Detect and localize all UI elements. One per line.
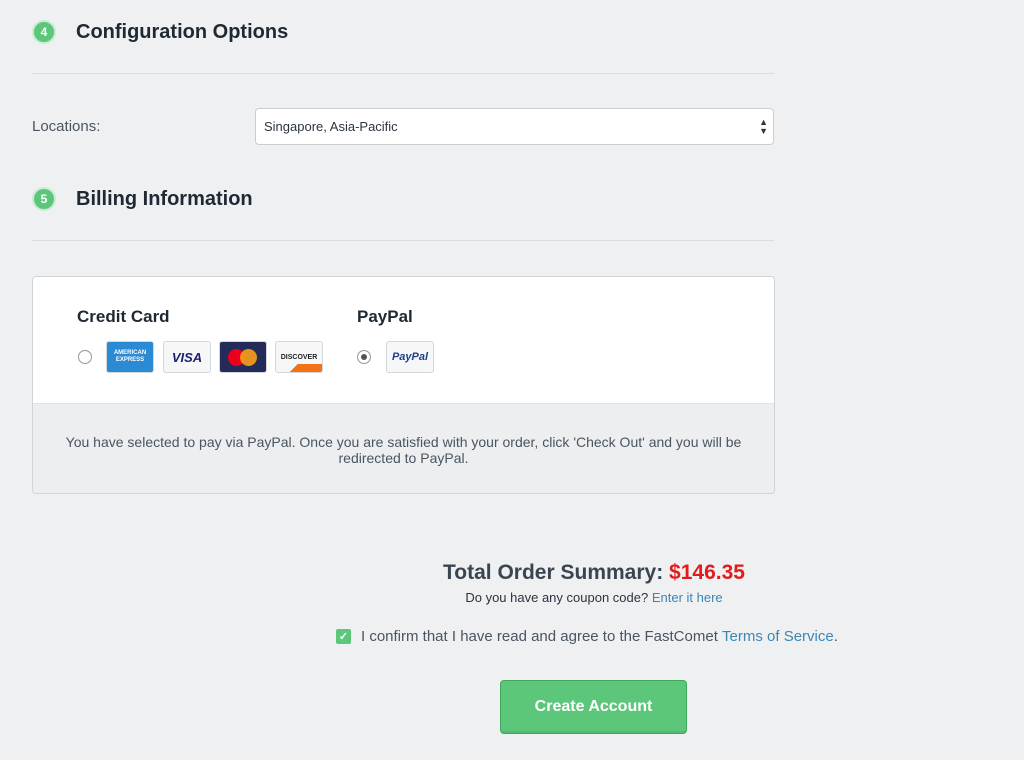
payment-notice: You have selected to pay via PayPal. Onc… [33,403,774,493]
billing-section-header: 5 Billing Information [32,187,253,211]
step-number-badge: 4 [32,20,56,44]
step-number-badge: 5 [32,187,56,211]
terms-link[interactable]: Terms of Service [722,628,834,645]
coupon-link[interactable]: Enter it here [652,590,723,605]
visa-card-icon: VISA [163,341,211,373]
divider [32,240,774,241]
divider [32,73,774,74]
mastercard-card-icon [219,341,267,373]
order-total-label: Total Order Summary: [443,561,664,584]
section-title: Configuration Options [76,20,289,43]
coupon-text: Do you have any coupon code? [465,590,649,605]
paypal-title: PayPal [357,307,413,326]
terms-text: I confirm that I have read and agree to … [361,628,718,645]
order-total-amount: $146.35 [669,561,745,584]
terms-end: . [833,628,838,645]
order-total: Total Order Summary: $146.35 [0,561,1024,585]
locations-select-value: Singapore, Asia-Pacific [264,119,398,134]
locations-label: Locations: [32,118,101,135]
terms-checkbox[interactable]: ✓ [336,629,351,644]
amex-card-icon: AMERICAN EXPRESS [106,341,154,373]
terms-confirmation: ✓ I confirm that I have read and agree t… [336,628,838,645]
coupon-prompt: Do you have any coupon code? Enter it he… [0,590,1024,605]
discover-card-icon: DISCOVER [275,341,323,373]
payment-methods-panel: Credit Card AMERICAN EXPRESS VISA DISCOVE… [32,276,775,494]
paypal-icon: PayPal [386,341,434,373]
payment-options: Credit Card AMERICAN EXPRESS VISA DISCOVE… [33,277,774,403]
create-account-button[interactable]: Create Account [500,680,687,734]
locations-select[interactable]: Singapore, Asia-Pacific ▲ ▼ [255,108,774,145]
paypal-radio[interactable] [357,350,371,364]
credit-card-title: Credit Card [77,307,170,326]
config-section-header: 4 Configuration Options [32,20,288,44]
credit-card-radio[interactable] [78,350,92,364]
section-title: Billing Information [76,187,253,210]
select-arrows-icon: ▲ ▼ [759,117,768,136]
